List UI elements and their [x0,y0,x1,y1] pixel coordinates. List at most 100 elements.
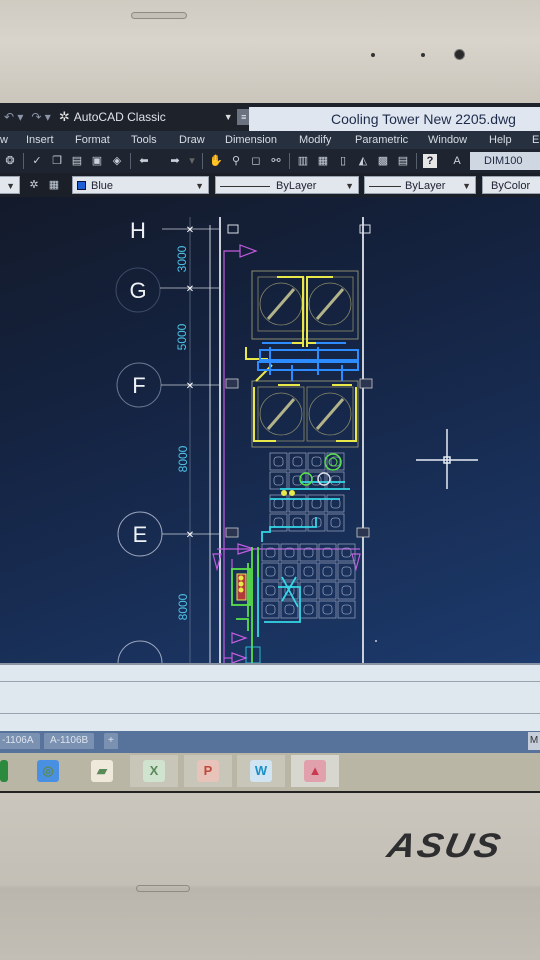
grid-bubble-h: H ✕ [130,218,220,243]
webcam [454,49,465,60]
taskbar-app-excel-partial[interactable] [0,755,8,787]
calculator-icon[interactable]: ▤ [396,154,410,168]
layer-combo[interactable]: ▼ [0,176,20,194]
taskbar-app-explorer[interactable]: ▰ [78,755,126,787]
equipment-tile [337,543,356,562]
equipment-tile-inner [273,456,284,467]
taskbar-app-chrome[interactable]: ◎ [24,755,72,787]
equipment-tile-inner [330,475,341,486]
design-center-icon[interactable]: ▦ [316,154,330,168]
redo-icon[interactable]: ➡ [168,154,182,168]
section-marker [212,244,361,663]
riser [245,646,261,663]
grid-label: F [132,373,145,398]
workspace-switcher[interactable]: ✲ AutoCAD Classic [59,109,166,125]
equipment-tile [288,452,307,471]
equipment-tile [337,562,356,581]
undo-icon[interactable]: ⬅ [137,154,151,168]
grid-label: H [130,218,146,243]
svg-text:✕: ✕ [186,284,194,295]
equipment-tile-inner [322,585,333,596]
equipment-tile-inner [284,604,295,615]
equipment-tile-inner [265,566,276,577]
zoom-window-icon[interactable]: ◻ [249,154,263,168]
screen: ↶ ▾ ↷ ▾ ✲ AutoCAD Classic ▼ ≡ Cooling To… [0,103,540,793]
chilled-water-pipe [257,342,359,381]
equipment-tile-inner [273,498,284,509]
menu-help[interactable]: Help [489,134,512,146]
equipment-tile-inner [303,566,314,577]
zoom-realtime-icon[interactable]: ⚲ [229,154,243,168]
copy-icon[interactable]: ❐ [50,154,64,168]
text-style-icon[interactable]: A [450,154,464,168]
undo-qat-icon[interactable]: ↶ ▾ [4,110,23,124]
equipment-tile [261,600,280,619]
layer-previous-icon[interactable]: ▦ [47,178,61,192]
menu-dimension[interactable]: Dimension [225,134,277,146]
menu-parametric[interactable]: Parametric [355,134,408,146]
grid-bubble-e: E ✕ [117,511,220,557]
grid-label: E [133,522,148,547]
menu-modify[interactable]: Modify [299,134,331,146]
taskbar-app-word[interactable]: W [237,755,285,787]
layout-tab[interactable]: A-1106B [44,733,95,749]
color-combo[interactable]: Blue ▼ [72,176,209,194]
equipment-tile-inner [265,604,276,615]
taskbar-app-excel[interactable]: X [130,755,178,787]
menu-window[interactable]: Window [428,134,467,146]
taskbar-app-powerpoint[interactable]: P [184,755,232,787]
add-layout-button[interactable]: + [104,733,118,749]
menu-bar: w Insert Format Tools Draw Dimension Mod… [0,131,540,149]
drawing-canvas[interactable]: H ✕ G ✕ F ✕ E ✕ 3000 5000 8000 8000 [0,197,540,663]
equipment-tile-inner [273,475,284,486]
dim-style-combo[interactable]: DIM100 [470,152,540,170]
linetype-combo[interactable]: ByLayer ▼ [215,176,359,194]
paste-icon[interactable]: ▤ [70,154,84,168]
toolbar-separator [289,153,290,169]
layer-settings-gear-icon[interactable]: ✲ [27,178,41,192]
menu-tools[interactable]: Tools [131,134,157,146]
equipment-tile-inner [273,517,284,528]
block-icon[interactable]: ◈ [110,154,124,168]
redo-dropdown-icon[interactable]: ▾ [188,154,196,168]
menu-view[interactable]: w [0,134,8,146]
menu-insert[interactable]: Insert [26,134,54,146]
tool-palettes-icon[interactable]: ▯ [336,154,350,168]
lineweight-combo[interactable]: ByLayer ▼ [364,176,476,194]
plot-style-combo[interactable]: ByColor [482,176,540,194]
workspace-dropdown-icon[interactable]: ▼ [224,112,233,122]
redo-qat-icon[interactable]: ↷ ▾ [31,110,50,124]
equipment-tile [269,494,288,513]
autocad-icon: ▲ [304,760,326,782]
equipment-tile [318,600,337,619]
match-properties-icon[interactable]: ▣ [90,154,104,168]
menu-format[interactable]: Format [75,134,110,146]
excel-partial-icon [0,760,8,782]
help-icon[interactable]: ? [423,154,437,168]
explorer-icon: ▰ [91,760,113,782]
zoom-previous-icon[interactable]: ⚯ [269,154,283,168]
menu-draw[interactable]: Draw [179,134,205,146]
drawing-svg: H ✕ G ✕ F ✕ E ✕ 3000 5000 8000 8000 [115,217,478,663]
command-line[interactable] [0,663,540,731]
equipment-tile [318,562,337,581]
svg-text:✕: ✕ [186,530,194,541]
taskbar-app-autocad[interactable]: ▲ [291,755,339,787]
equipment-tile [318,543,337,562]
markup-icon[interactable]: ▩ [376,154,390,168]
command-input-divider [0,713,540,714]
equipment-tile [288,494,307,513]
lineweight-value: ByLayer [405,180,446,192]
layout-tab[interactable]: -1106A [0,733,40,749]
crosshair-cursor [416,429,478,489]
pan-icon[interactable]: ✋ [209,154,223,168]
model-space-button[interactable]: M [528,732,540,750]
dimension-text: 8000 [176,445,190,472]
menu-express[interactable]: E [532,134,539,146]
orbit-icon[interactable]: ❂ [3,154,17,168]
cooling-tower-unit [251,380,359,448]
chevron-down-icon: ▼ [195,181,204,191]
sheet-set-icon[interactable]: ◭ [356,154,370,168]
check-icon[interactable]: ✓ [30,154,44,168]
properties-icon[interactable]: ▥ [296,154,310,168]
